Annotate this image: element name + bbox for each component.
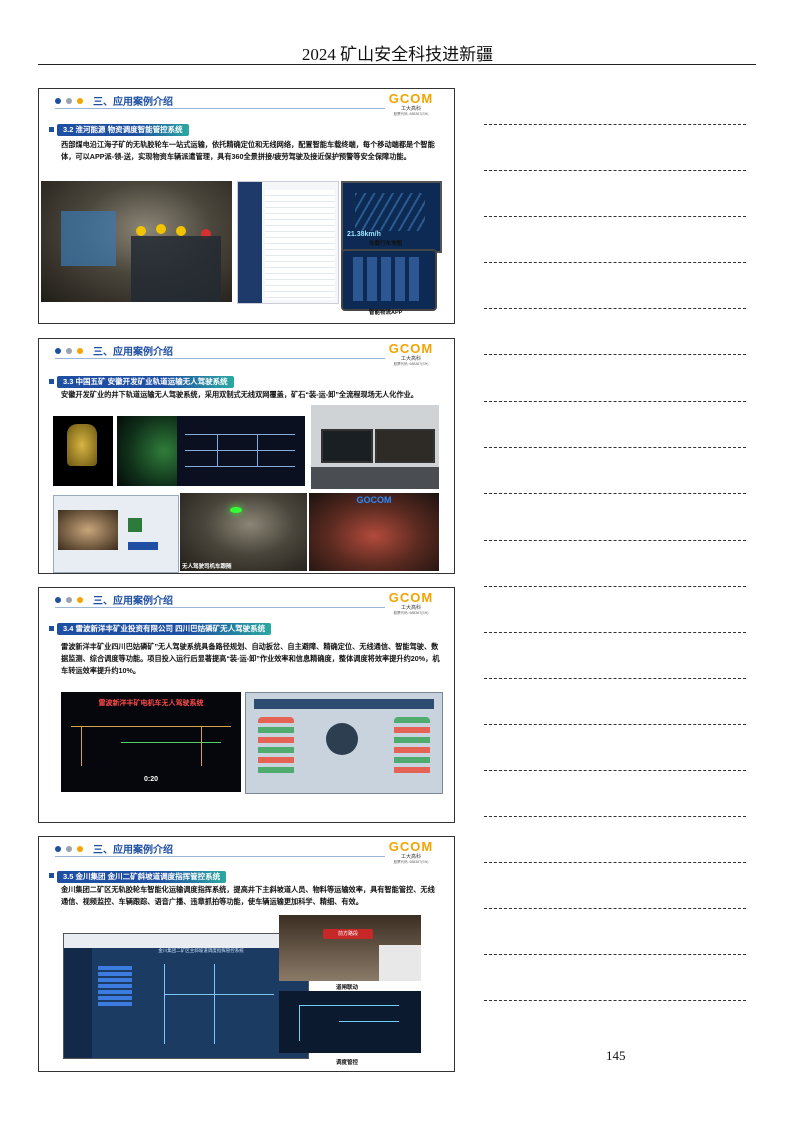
section-title: 三、应用案例介绍	[93, 347, 173, 358]
photo-barrier-gate: 前方路段	[279, 915, 421, 981]
caption-follow: 无人驾驶司机车跟随	[182, 564, 232, 570]
header-rule	[38, 64, 756, 65]
logo-tiny: 股票代码: 688367(SH)	[393, 860, 429, 864]
decor-dots	[55, 846, 83, 852]
case-description: 金川集团二矿区无轨胶轮车智能化运输调度指挥系统，提高井下主斜坡道人员、物料等运输…	[61, 885, 435, 906]
screen-title: 雷波新洋丰矿电机车无人驾驶系统	[98, 699, 204, 707]
screen-control-panel	[245, 692, 443, 794]
case-tag: 3.3 中国五矿 安徽开发矿业轨道运输无人驾驶系统	[57, 376, 234, 388]
caption-app: 智能物流APP	[369, 310, 403, 316]
company-logo: GCOM 工大高科 股票代码: 688367(SH)	[386, 839, 436, 865]
case-description: 雷波新洋丰矿业四川巴姑磷矿”无人驾驶系统具备路径规划、自动扳岔、自主避障、精确定…	[61, 642, 440, 675]
company-logo: GCOM 工大高科 股票代码: 688367(SH)	[386, 341, 436, 367]
gate-sign: 前方路段	[337, 931, 358, 937]
logo-brand: GCOM	[388, 91, 434, 106]
watermark: GOCOM	[356, 495, 392, 505]
caption-gate: 道闸联动	[336, 985, 359, 991]
company-logo: GCOM 工大高科 股票代码: 688367(SH)	[386, 91, 436, 117]
case-tag: 3.2 淮河能源 物资调度智能管控系统	[57, 124, 189, 136]
image-3d-model	[53, 416, 113, 486]
logo-brand: GCOM	[388, 590, 434, 605]
screen-app	[341, 249, 437, 311]
logo-tiny: 股票代码: 688367(SH)	[393, 362, 429, 366]
case-description: 西部煤电沿江海子矿的无轨胶轮车一站式运输，依托精确定位和无线网络，配置智能车载终…	[61, 140, 435, 161]
section-title: 三、应用案例介绍	[93, 845, 173, 856]
screen-title: 金川集团二矿区主斜坡道调度指挥管控系统	[158, 948, 244, 953]
photo-red-locomotive: GOCOM	[309, 493, 439, 571]
slide-case-3-3: 三、应用案例介绍 GCOM 工大高科 股票代码: 688367(SH) 3.3 …	[38, 338, 455, 574]
case-tag: 3.5 金川集团 金川二矿斜坡道调度指挥管控系统	[57, 871, 227, 883]
logo-tiny: 股票代码: 688367(SH)	[393, 112, 429, 116]
photo-tunnel-workers	[41, 181, 232, 302]
section-title: 三、应用案例介绍	[93, 97, 173, 108]
decor-dots	[55, 597, 83, 603]
screen-dispatch-map	[279, 991, 421, 1053]
screen-slope-dispatch: 金川集团二矿区主斜坡道调度指挥管控系统	[63, 933, 309, 1059]
screenshot-camera-feed	[53, 495, 179, 573]
case-tag: 3.4 雷波新洋丰矿业投资有限公司 四川巴姑磷矿无人驾驶系统	[57, 623, 272, 635]
page-number: 145	[606, 1048, 626, 1063]
logo-brand: GCOM	[388, 839, 434, 854]
screen-unmanned-overview: 雷波新洋丰矿电机车无人驾驶系统 0:20	[61, 692, 241, 792]
slide-case-3-4: 三、应用案例介绍 GCOM 工大高科 股票代码: 688367(SH) 3.4 …	[38, 587, 455, 823]
screen-track-diagram	[177, 416, 305, 486]
company-logo: GCOM 工大高科 股票代码: 688367(SH)	[386, 590, 436, 616]
decor-dots	[55, 348, 83, 354]
screenshot-dispatch-table	[237, 181, 339, 304]
slide-case-3-2: 三、应用案例介绍 GCOM 工大高科 股票代码: 688367(SH) 3.2 …	[38, 88, 455, 324]
screen-clock: 0:20	[143, 776, 158, 783]
section-title: 三、应用案例介绍	[93, 596, 173, 607]
photo-control-room	[311, 405, 439, 489]
page-header: 2024 矿山安全科技进新疆	[301, 45, 494, 64]
case-description: 安徽开发矿业的井下轨道运输无人驾驶系统，采用双制式无线双网覆盖，矿石“装-运-卸…	[61, 390, 418, 399]
decor-dots	[55, 98, 83, 104]
caption-map: 车载行车地图	[369, 241, 403, 247]
photo-rail-tunnel: 无人驾驶司机车跟随	[180, 493, 307, 571]
logo-tiny: 股票代码: 688367(SH)	[393, 611, 429, 615]
speed-readout: 21.38km/h	[347, 231, 381, 238]
logo-brand: GCOM	[388, 341, 434, 356]
slide-case-3-5: 三、应用案例介绍 GCOM 工大高科 股票代码: 688367(SH) 3.5 …	[38, 836, 455, 1072]
caption-dispatch: 调度管控	[336, 1060, 359, 1066]
